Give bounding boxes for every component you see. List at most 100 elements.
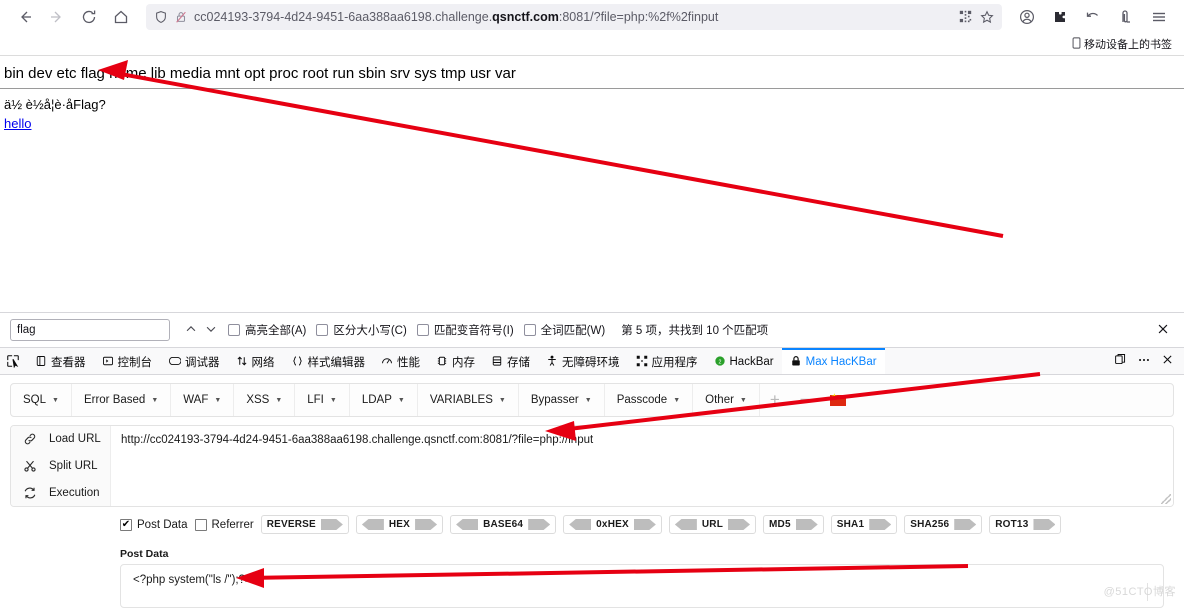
hello-link[interactable]: hello [4,116,31,132]
find-input[interactable] [10,319,170,341]
hackbar-green-icon: 2 [714,355,726,370]
tab-application[interactable]: 应用程序 [628,348,706,374]
encoder-url[interactable]: URL [669,515,756,534]
encoder-0xhex[interactable]: 0xHEX [563,515,662,534]
load-url-button[interactable]: Load URL [11,426,110,453]
add-button[interactable]: + [760,384,790,416]
chevron-down-icon[interactable] [204,322,218,339]
resize-handle[interactable] [1161,494,1171,504]
element-picker-icon[interactable] [0,348,27,374]
dropdown-lfi[interactable]: LFI ▼ [295,384,350,416]
dropdown-label: LFI [307,394,324,406]
checkbox[interactable] [195,519,207,531]
arrow-right-icon[interactable] [415,519,437,530]
tab-network[interactable]: 网络 [228,348,283,374]
encoder-sha256[interactable]: SHA256 [904,515,982,534]
checkbox[interactable] [417,324,429,336]
puzzle-icon[interactable] [1045,3,1075,31]
forward-button[interactable] [42,3,72,31]
hackbar-dropdown-row: SQL ▼ Error Based ▼ WAF ▼ XSS ▼ LFI ▼ LD… [10,383,1174,417]
dropdown-waf[interactable]: WAF ▼ [171,384,234,416]
arrow-right-icon[interactable] [796,519,818,530]
tab-label: 查看器 [51,354,86,370]
dropdown-xss[interactable]: XSS ▼ [234,384,295,416]
checkbox[interactable] [524,324,536,336]
tab-performance[interactable]: 性能 [373,348,428,374]
arrow-right-icon[interactable] [634,519,656,530]
china-flag-icon[interactable] [830,395,846,406]
dropdown-variables[interactable]: VARIABLES ▼ [418,384,519,416]
account-circle-icon[interactable] [1012,3,1042,31]
checkbox[interactable]: ✔ [120,519,132,531]
tab-max-hackbar[interactable]: Max HacKBar [782,348,885,374]
qr-code-icon[interactable] [959,10,972,23]
home-button[interactable] [106,3,136,31]
split-url-button[interactable]: Split URL [11,453,110,480]
back-button[interactable] [10,3,40,31]
close-icon[interactable] [1156,322,1174,339]
address-bar[interactable]: cc024193-3794-4d24-9451-6aa388aa6198.cha… [146,4,1002,30]
chevron-down-icon: ▼ [740,397,747,404]
encoder-base64[interactable]: BASE64 [450,515,556,534]
tab-hackbar[interactable]: 2 HackBar [706,348,782,374]
post-data-checkbox[interactable]: ✔ Post Data [120,519,188,531]
arrow-right-icon[interactable] [869,519,891,530]
tab-label: 无障碍环境 [562,354,620,370]
chevron-down-icon: ▼ [52,397,59,404]
dropdown-ldap[interactable]: LDAP ▼ [350,384,418,416]
url-textarea[interactable]: http://cc024193-3794-4d24-9451-6aa388aa6… [111,426,1173,506]
encoder-reverse[interactable]: REVERSE [261,515,349,534]
find-option-match-case[interactable]: 区分大小写(C) [316,322,406,338]
checkbox[interactable] [316,324,328,336]
encoder-sha1[interactable]: SHA1 [831,515,897,534]
dropdown-sql[interactable]: SQL ▼ [11,384,72,416]
encoder-rot13[interactable]: ROT13 [989,515,1061,534]
tab-inspector[interactable]: 查看器 [27,348,94,374]
find-option-whole-words[interactable]: 全词匹配(W) [524,322,606,338]
save-tab-icon[interactable] [1111,3,1141,31]
arrow-left-icon[interactable] [569,519,591,530]
tab-accessibility[interactable]: 无障碍环境 [538,348,628,374]
arrow-right-icon[interactable] [321,519,343,530]
find-option-highlight-all[interactable]: 高亮全部(A) [228,322,306,338]
arrow-right-icon[interactable] [954,519,976,530]
chevron-up-icon[interactable] [184,322,198,339]
ellipsis-icon[interactable] [1137,353,1151,370]
undo-arrow-icon[interactable] [1078,3,1108,31]
tab-memory[interactable]: 内存 [428,348,483,374]
tab-debugger[interactable]: 调试器 [160,348,228,374]
dropdown-bypasser[interactable]: Bypasser ▼ [519,384,605,416]
bookmark-mobile-devices[interactable]: 移动设备上的书签 [1068,34,1176,54]
dropdown-error-based[interactable]: Error Based ▼ [72,384,171,416]
url-text[interactable]: cc024193-3794-4d24-9451-6aa388aa6198.cha… [194,10,953,24]
arrow-left-icon[interactable] [362,519,384,530]
arrow-right-icon[interactable] [528,519,550,530]
tab-console[interactable]: 控制台 [94,348,161,374]
post-data-textarea[interactable]: <?php system("ls /");?> [120,564,1164,608]
lock-crossed-icon[interactable] [174,10,188,24]
tab-style-editor[interactable]: 样式编辑器 [283,348,374,374]
tab-storage[interactable]: 存储 [483,348,538,374]
arrow-left-icon[interactable] [675,519,697,530]
hamburger-menu-icon[interactable] [1144,3,1174,31]
star-icon[interactable] [980,10,994,24]
find-option-match-diacritics[interactable]: 匹配变音符号(I) [417,322,514,338]
referrer-checkbox[interactable]: Referrer [195,519,254,531]
execution-button[interactable]: Execution [11,479,110,506]
option-label: 全词匹配(W) [541,322,606,338]
close-icon[interactable] [1161,353,1174,369]
dropdown-other[interactable]: Other ▼ [693,384,760,416]
remove-button[interactable]: − [790,384,820,416]
dock-panel-icon[interactable] [1114,353,1127,369]
arrow-left-icon[interactable] [456,519,478,530]
arrow-right-icon[interactable] [728,519,750,530]
reload-button[interactable] [74,3,104,31]
checkbox[interactable] [228,324,240,336]
shield-icon[interactable] [154,10,168,24]
encoder-md5[interactable]: MD5 [763,515,824,534]
encoder-hex[interactable]: HEX [356,515,443,534]
tab-label: 性能 [397,354,420,370]
dropdown-passcode[interactable]: Passcode ▼ [605,384,693,416]
watermark: @51CTO博客 [1104,583,1176,599]
arrow-right-icon[interactable] [1033,519,1055,530]
